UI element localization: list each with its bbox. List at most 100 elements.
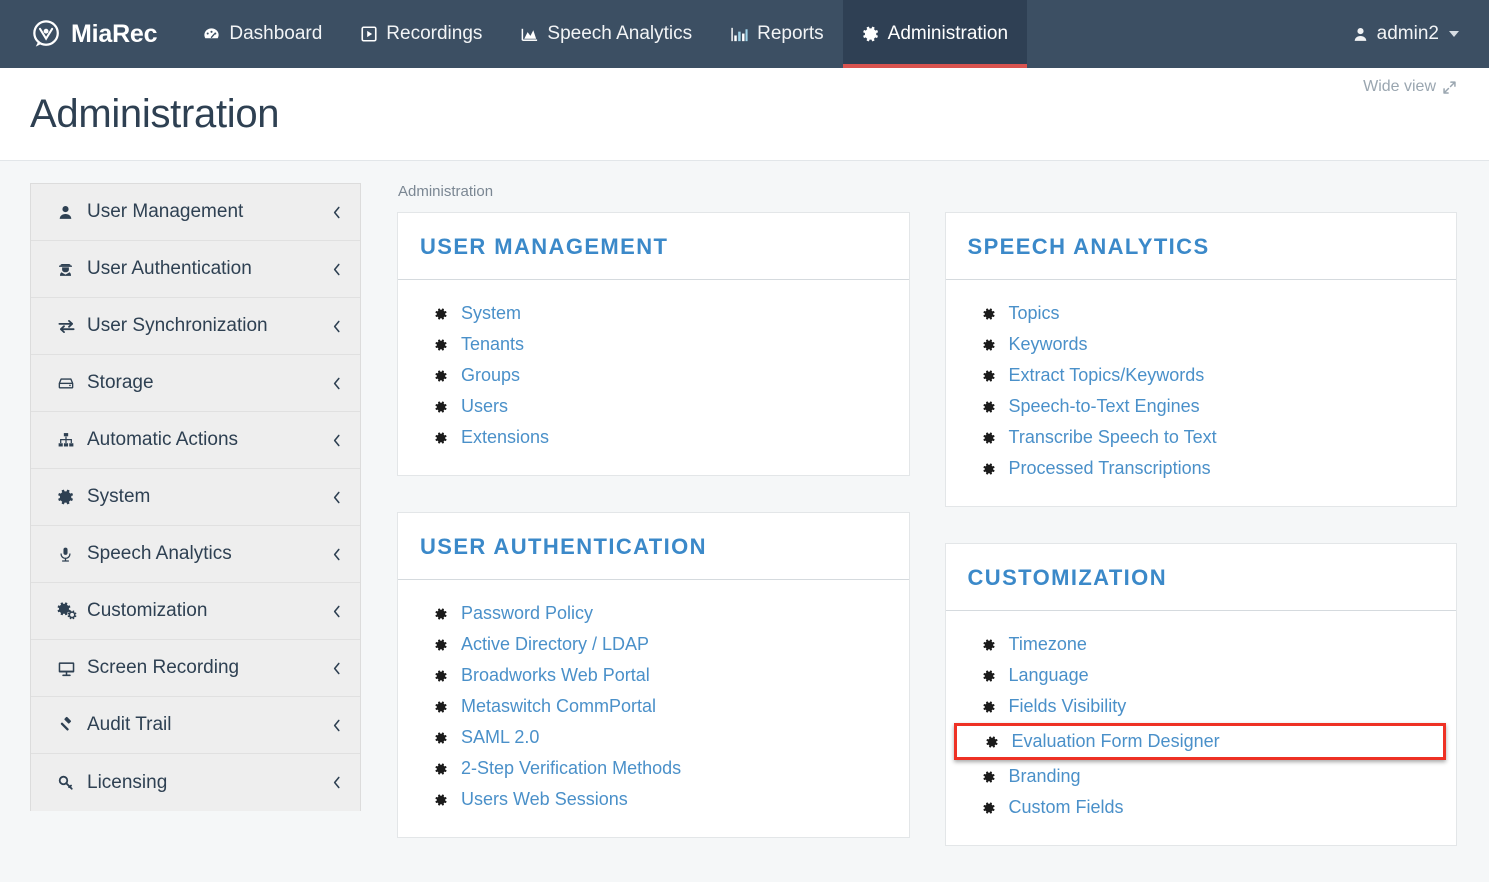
sidebar-item-audit-trail[interactable]: Audit Trail	[31, 697, 360, 754]
sidebar-item-system[interactable]: System	[31, 469, 360, 526]
gavel-icon	[57, 716, 83, 734]
user-menu[interactable]: admin2	[1352, 23, 1459, 45]
sidebar-item-screen-recording[interactable]: Screen Recording	[31, 640, 360, 697]
expand-arrows-icon	[1442, 80, 1457, 95]
panel-link-speech-to-text-engines[interactable]: Speech-to-Text Engines	[946, 391, 1457, 422]
nav-item-reports[interactable]: Reports	[711, 0, 843, 68]
gear-icon	[862, 25, 880, 43]
panel-link-metaswitch-commportal[interactable]: Metaswitch CommPortal	[398, 691, 909, 722]
panel-link-label: System	[461, 303, 521, 324]
panel-columns: User Management System Tenants	[397, 212, 1457, 882]
chevron-left-icon[interactable]	[331, 661, 342, 676]
gear-icon	[982, 369, 996, 383]
panel-link-processed-transcriptions[interactable]: Processed Transcriptions	[946, 453, 1457, 484]
panel-title: User Management	[420, 234, 887, 260]
sidebar-item-label: User Authentication	[83, 258, 331, 280]
panel-link-users-web-sessions[interactable]: Users Web Sessions	[398, 784, 909, 815]
panel-link-label: Fields Visibility	[1009, 696, 1127, 717]
panel-link-label: Password Policy	[461, 603, 593, 624]
brand-logo-link[interactable]: MiaRec	[0, 0, 183, 68]
nav-label: Recordings	[386, 23, 482, 45]
panel-title: User Authentication	[420, 534, 887, 560]
chevron-left-icon[interactable]	[331, 604, 342, 619]
sidebar-item-user-synchronization[interactable]: User Synchronization	[31, 298, 360, 355]
gears-icon	[57, 602, 83, 620]
nav-label: Reports	[757, 23, 824, 45]
panel-link-fields-visibility[interactable]: Fields Visibility	[946, 691, 1457, 722]
panel-body: Timezone Language Fields Visibility	[946, 611, 1457, 845]
sidebar-item-user-management[interactable]: User Management	[31, 184, 360, 241]
gear-icon	[982, 770, 996, 784]
panel-link-password-policy[interactable]: Password Policy	[398, 598, 909, 629]
chevron-left-icon[interactable]	[331, 262, 342, 277]
user-name: admin2	[1377, 23, 1439, 45]
panel-link-timezone[interactable]: Timezone	[946, 629, 1457, 660]
panel-link-evaluation-form-designer[interactable]: Evaluation Form Designer	[954, 723, 1447, 760]
sidebar-item-speech-analytics[interactable]: Speech Analytics	[31, 526, 360, 583]
user-icon	[1352, 26, 1369, 43]
gear-icon	[982, 801, 996, 815]
admin-sidebar: User Management User Authentication	[30, 183, 361, 811]
nav-item-recordings[interactable]: Recordings	[341, 0, 501, 68]
panel-link-language[interactable]: Language	[946, 660, 1457, 691]
panel-link-broadworks-web-portal[interactable]: Broadworks Web Portal	[398, 660, 909, 691]
gear-icon	[434, 731, 448, 745]
panel-link-extensions[interactable]: Extensions	[398, 422, 909, 453]
nav-item-administration[interactable]: Administration	[843, 0, 1027, 68]
page-content: User Management User Authentication	[0, 161, 1489, 882]
panel-link-keywords[interactable]: Keywords	[946, 329, 1457, 360]
chevron-left-icon[interactable]	[331, 376, 342, 391]
area-chart-icon	[520, 25, 539, 44]
gear-icon	[982, 400, 996, 414]
sidebar-item-label: Speech Analytics	[83, 543, 331, 565]
gear-icon	[434, 638, 448, 652]
panel-link-transcribe-speech-to-text[interactable]: Transcribe Speech to Text	[946, 422, 1457, 453]
panel-link-custom-fields[interactable]: Custom Fields	[946, 792, 1457, 823]
wide-view-toggle[interactable]: Wide view	[1363, 78, 1457, 96]
sidebar-item-automatic-actions[interactable]: Automatic Actions	[31, 412, 360, 469]
top-navbar: MiaRec Dashboard Recordi	[0, 0, 1489, 68]
sidebar-item-label: Customization	[83, 600, 331, 622]
gear-icon	[982, 700, 996, 714]
panel-link-active-directory-ldap[interactable]: Active Directory / LDAP	[398, 629, 909, 660]
chevron-left-icon[interactable]	[331, 718, 342, 733]
gear-icon	[434, 793, 448, 807]
dashboard-icon	[202, 25, 221, 44]
play-box-icon	[360, 25, 378, 43]
panel-link-branding[interactable]: Branding	[946, 761, 1457, 792]
gear-icon	[982, 462, 996, 476]
gear-icon	[434, 762, 448, 776]
nav-item-dashboard[interactable]: Dashboard	[183, 0, 341, 68]
panel-link-tenants[interactable]: Tenants	[398, 329, 909, 360]
panel-link-users[interactable]: Users	[398, 391, 909, 422]
panel-link-groups[interactable]: Groups	[398, 360, 909, 391]
gear-icon	[434, 607, 448, 621]
nav-item-speech-analytics[interactable]: Speech Analytics	[501, 0, 711, 68]
sidebar-item-licensing[interactable]: Licensing	[31, 754, 360, 811]
panel-link-topics[interactable]: Topics	[946, 298, 1457, 329]
panel-link-label: Extract Topics/Keywords	[1009, 365, 1205, 386]
panel-link-2-step-verification-methods[interactable]: 2-Step Verification Methods	[398, 753, 909, 784]
panel-body: Topics Keywords Extract Topics/Keywords	[946, 280, 1457, 506]
panel-link-saml-2-0[interactable]: SAML 2.0	[398, 722, 909, 753]
panel-link-system[interactable]: System	[398, 298, 909, 329]
sidebar-item-user-authentication[interactable]: User Authentication	[31, 241, 360, 298]
gear-icon	[982, 638, 996, 652]
chevron-left-icon[interactable]	[331, 205, 342, 220]
sidebar-item-storage[interactable]: Storage	[31, 355, 360, 412]
panel-link-label: Tenants	[461, 334, 524, 355]
chevron-left-icon[interactable]	[331, 433, 342, 448]
panel-link-label: Metaswitch CommPortal	[461, 696, 656, 717]
microphone-icon	[57, 546, 83, 563]
panel-link-label: Users Web Sessions	[461, 789, 628, 810]
sidebar-item-customization[interactable]: Customization	[31, 583, 360, 640]
chevron-left-icon[interactable]	[331, 319, 342, 334]
user-icon	[57, 204, 83, 221]
chevron-left-icon[interactable]	[331, 490, 342, 505]
panel-link-label: Users	[461, 396, 508, 417]
panel-link-extract-topics-keywords[interactable]: Extract Topics/Keywords	[946, 360, 1457, 391]
breadcrumb: Administration	[397, 183, 1457, 200]
chevron-left-icon[interactable]	[331, 547, 342, 562]
chevron-left-icon[interactable]	[331, 775, 342, 790]
panel-body: System Tenants Groups Users	[398, 280, 909, 475]
